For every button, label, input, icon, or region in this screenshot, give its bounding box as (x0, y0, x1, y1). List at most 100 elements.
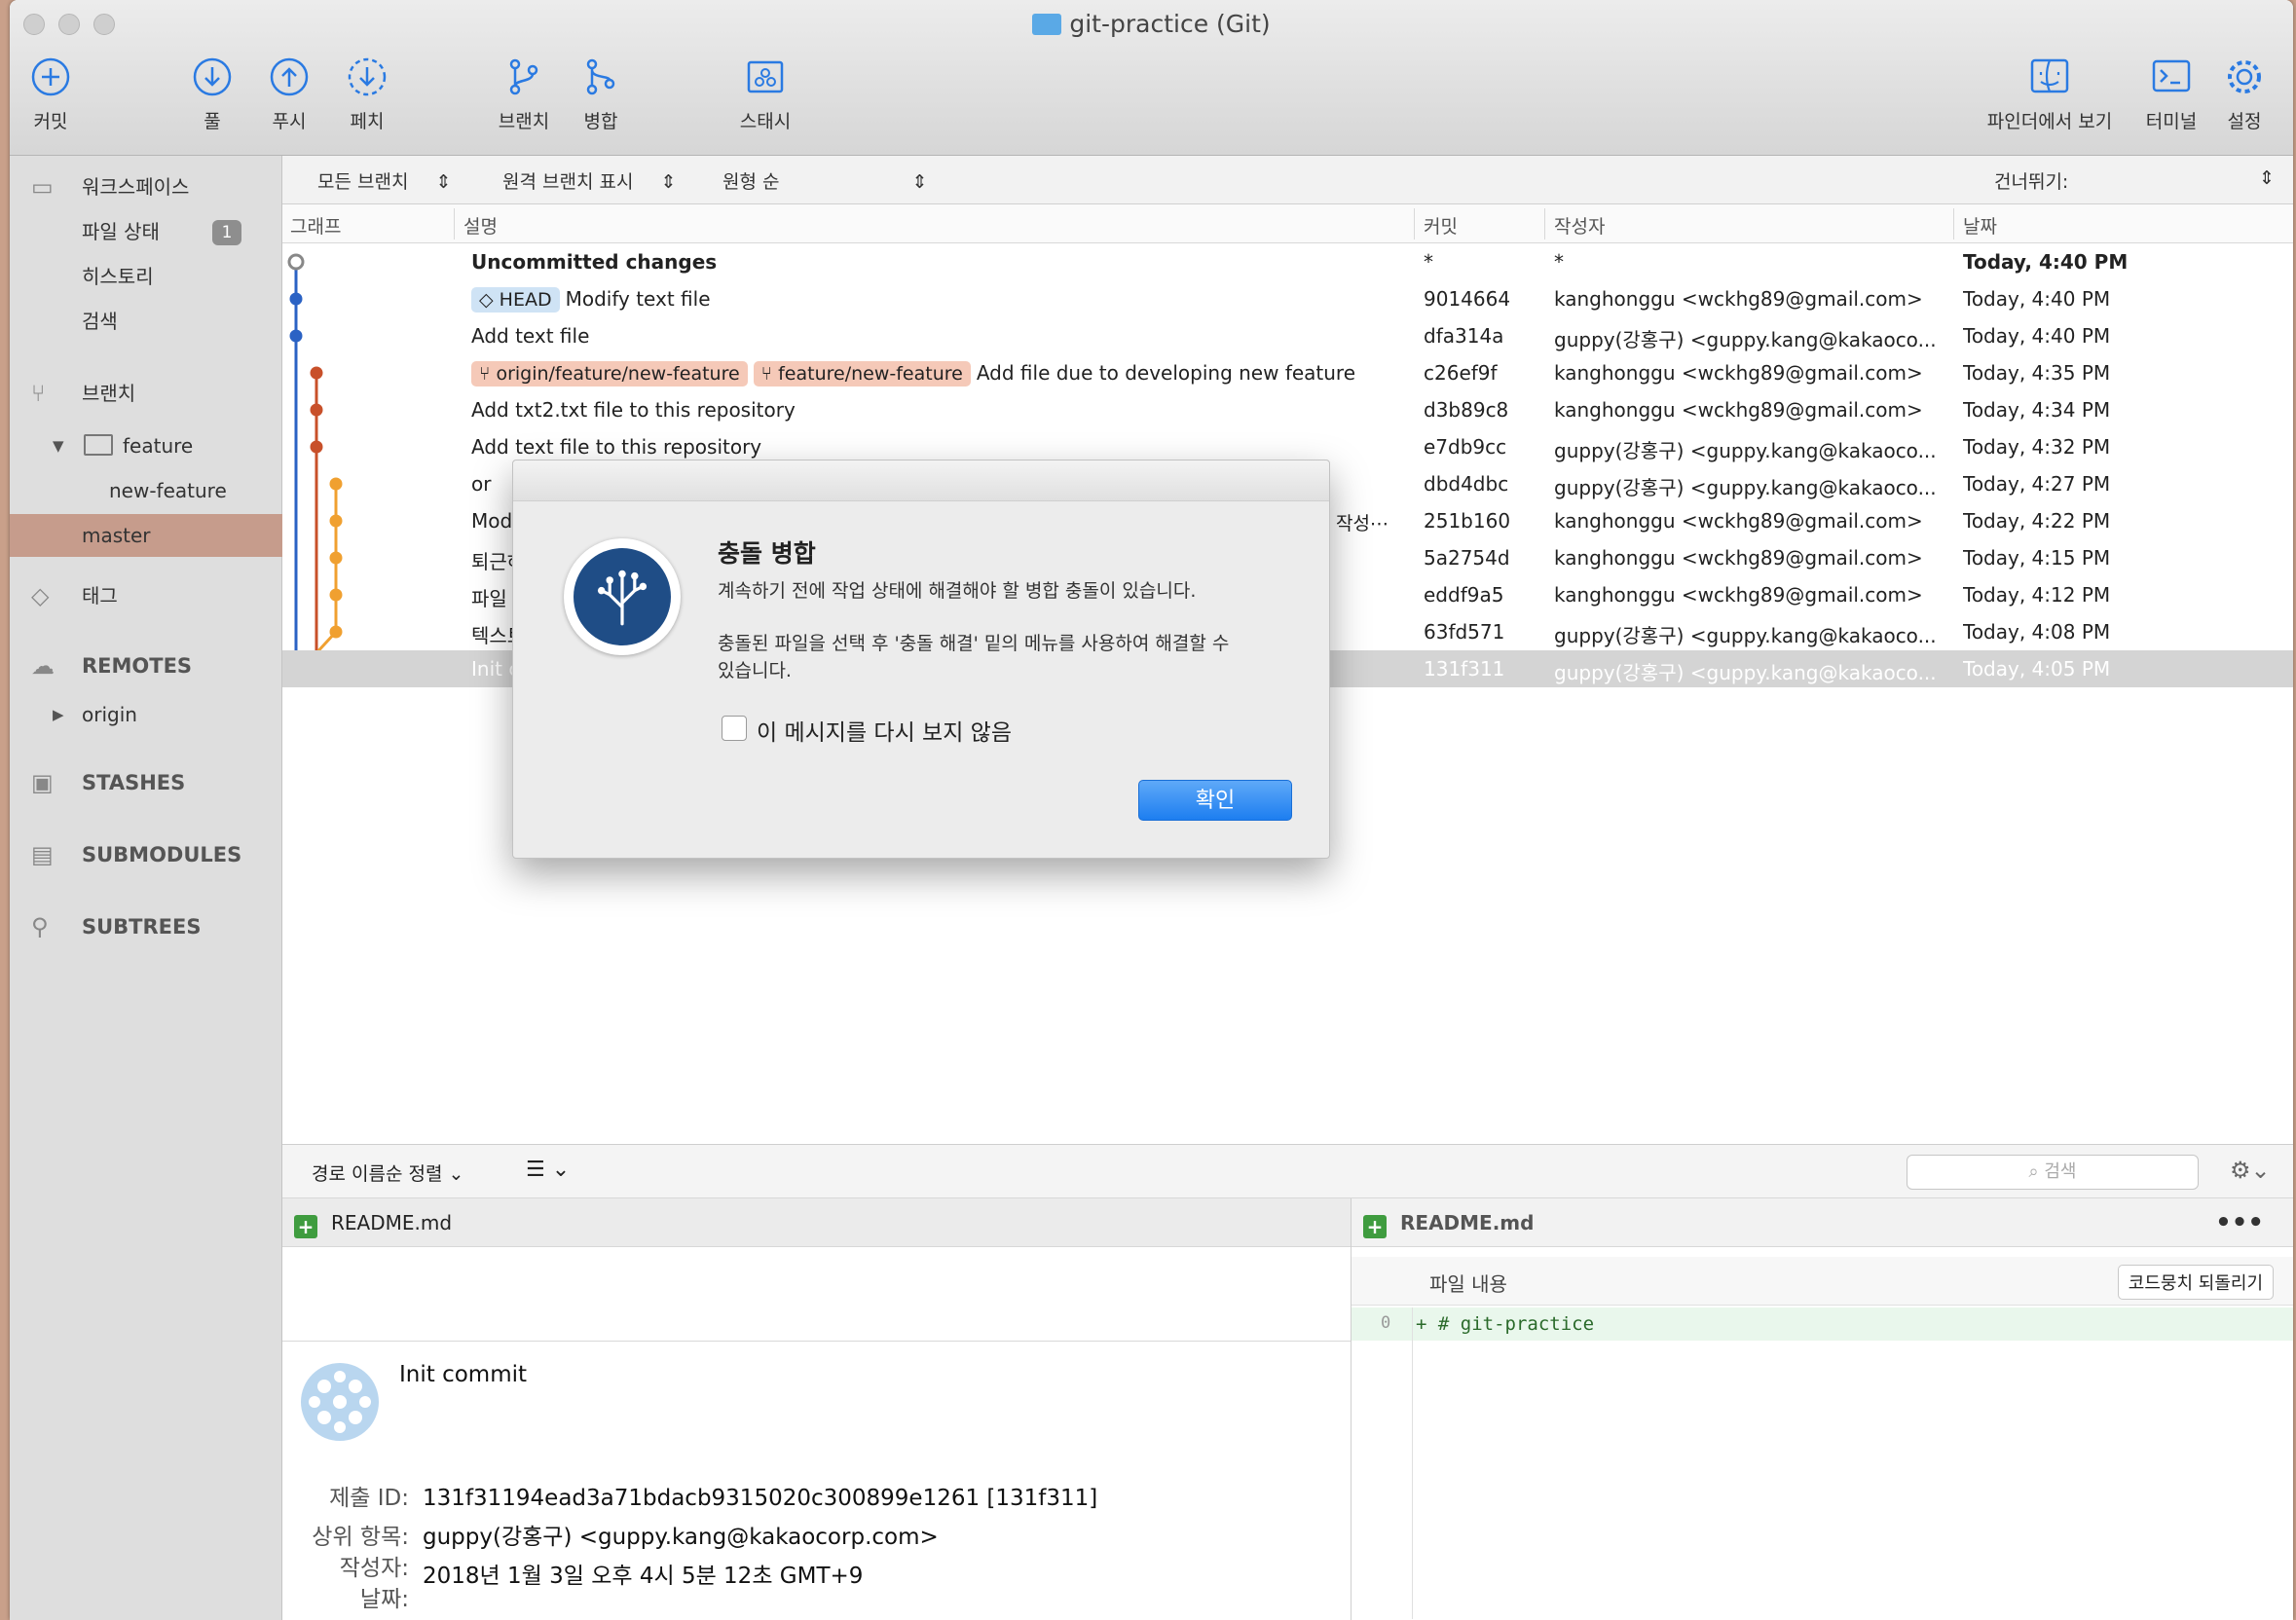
sidebar-remotes-label: REMOTES (82, 654, 193, 678)
fetch-button[interactable]: 페치 (343, 56, 391, 133)
branch-icon (509, 58, 538, 95)
fetch-icon (348, 57, 387, 96)
sidebar-item-search[interactable]: 검색 (10, 300, 282, 343)
sidebar-item-origin[interactable]: ▶ origin (10, 693, 282, 736)
pull-label: 풀 (204, 111, 221, 132)
sidebar-workspace-label: 워크스페이스 (82, 175, 190, 199)
settings-button[interactable]: 설정 (2220, 56, 2269, 133)
sidebar-section-tags[interactable]: ◇ 태그 (10, 574, 282, 617)
branch-icon: ⑂ (31, 380, 46, 407)
commit-date: Today, 4:35 PM (1963, 361, 2111, 385)
sidebar-origin-label: origin (82, 703, 137, 726)
hunk-header: 파일 내용 코드뭉치 되돌리기 (1352, 1257, 2293, 1306)
pull-icon (193, 57, 232, 96)
dont-show-again-checkbox[interactable] (722, 716, 747, 741)
jump-to-select[interactable]: 건너뛰기: (1994, 167, 2068, 194)
list-view-icon[interactable]: ☰ ⌄ (526, 1158, 570, 1182)
table-row[interactable]: Uncommitted changes * * Today, 4:40 PM (282, 243, 2293, 280)
sidebar-master-label: master (82, 524, 151, 547)
updown-chevron-icon: ⇕ (435, 171, 452, 193)
ok-button[interactable]: 확인 (1138, 780, 1292, 821)
updown-chevron-icon[interactable]: ⇕ (2259, 167, 2275, 189)
sidebar-section-submodules[interactable]: ▤ SUBMODULES (10, 833, 282, 876)
stash-button[interactable]: 스태시 (728, 56, 802, 133)
commit-description: Uncommitted changes (471, 250, 1406, 274)
disclosure-triangle-icon[interactable]: ▶ (53, 693, 64, 736)
sidebar-section-branches[interactable]: ⑂ 브랜치 (10, 372, 282, 415)
table-row[interactable]: ◇ HEAD Modify text file 9014664 kanghonggu … (282, 280, 2293, 317)
table-row[interactable]: ⑂ origin/feature/new-feature ⑂ feature/ne… (282, 354, 2293, 391)
jump-to-label: 건너뛰기: (1994, 171, 2069, 193)
sort-by-path-select[interactable]: 경로 이름순 정렬 ⌄ (312, 1160, 463, 1186)
sidebar-section-workspace[interactable]: ▭ 워크스페이스 (10, 166, 282, 208)
commit-author: kanghonggu <wckhg89@gmail.com> (1554, 546, 1923, 570)
column-commit[interactable]: 커밋 (1424, 212, 1458, 239)
push-icon (270, 57, 309, 96)
diff-file-name: README.md (1400, 1211, 1535, 1234)
commit-description: ◇ HEAD Modify text file (471, 287, 1406, 313)
commit-icon (31, 57, 70, 96)
column-author[interactable]: 작성자 (1554, 212, 1605, 239)
dont-show-again-label[interactable]: 이 메시지를 다시 보지 않음 (757, 714, 1012, 747)
revert-hunk-button[interactable]: 코드뭉치 되돌리기 (2117, 1265, 2274, 1300)
sidebar-section-stashes[interactable]: ▣ STASHES (10, 761, 282, 804)
table-row[interactable]: Add text file dfa314a guppy(강홍구) <guppy.ka… (282, 317, 2293, 354)
file-search-input[interactable]: ⌕ 검색 (1907, 1155, 2199, 1190)
more-options-icon[interactable]: ••• (2215, 1198, 2264, 1247)
dialog-message-line-1: 계속하기 전에 작업 상태에 해결해야 할 병합 충돌이 있습니다. (718, 580, 1197, 602)
diff-pane: + README.md ••• 파일 내용 코드뭉치 되돌리기 0 + # git… (1352, 1198, 2293, 1620)
dialog-message-line-2: 충돌된 파일을 선택 후 '충돌 해결' 밑의 메뉴를 사용하여 해결할 수 (718, 633, 1230, 654)
merge-button[interactable]: 병합 (576, 56, 625, 133)
commit-message-text: Add file due to developing new feature (976, 361, 1356, 385)
search-placeholder: 검색 (2044, 1161, 2077, 1182)
show-remote-select[interactable]: 원격 브랜치 표시 ⇕ (502, 167, 676, 194)
sidebar-section-remotes[interactable]: ☁ REMOTES (10, 644, 282, 687)
commit-hash: 251b160 (1424, 509, 1511, 533)
column-description[interactable]: 설명 (463, 212, 498, 239)
sidebar-item-history[interactable]: 히스토리 (10, 255, 282, 298)
diff-line-number: 0 (1381, 1313, 1391, 1333)
stash-icon: ▣ (31, 769, 54, 796)
branch-button[interactable]: 브랜치 (494, 56, 554, 133)
disclosure-triangle-icon[interactable]: ▼ (53, 424, 64, 467)
column-date[interactable]: 날짜 (1963, 212, 1997, 239)
commit-button[interactable]: 커밋 (23, 56, 78, 133)
all-branches-select[interactable]: 모든 브랜치 ⇕ (317, 167, 451, 194)
window-title: git-practice (Git) (10, 10, 2293, 38)
subtree-icon: ⚲ (31, 913, 49, 940)
gear-icon[interactable]: ⚙⌄ (2230, 1157, 2271, 1184)
table-row[interactable]: Add txt2.txt file to this repository d3b8… (282, 391, 2293, 428)
sidebar-item-new-feature[interactable]: new-feature (10, 469, 282, 512)
diff-file-header: + README.md ••• (1352, 1198, 2293, 1247)
updown-chevron-icon: ⇕ (911, 171, 928, 193)
commit-author: kanghonggu <wckhg89@gmail.com> (1554, 509, 1923, 533)
window-title-text: git-practice (Git) (1069, 10, 1271, 38)
commit-id-label: 제출 ID: (329, 1486, 409, 1511)
commit-hash: dfa314a (1424, 324, 1504, 348)
show-in-finder-button[interactable]: 파인더에서 보기 (1977, 56, 2123, 133)
pull-button[interactable]: 풀 (188, 56, 237, 133)
push-label: 푸시 (272, 111, 307, 132)
file-list-item-readme[interactable]: + README.md (282, 1198, 1351, 1247)
commit-hash: d3b89c8 (1424, 398, 1509, 422)
order-select[interactable]: 원형 순 ⇕ (722, 167, 927, 194)
dialog-title-bar (513, 460, 1329, 501)
sidebar-item-file-status[interactable]: 파일 상태 1 (10, 210, 282, 253)
order-label: 원형 순 (722, 171, 780, 193)
commit-hash: c26ef9f (1424, 361, 1498, 385)
commit-date: Today, 4:12 PM (1963, 583, 2111, 607)
commit-id-value[interactable]: 131f31194ead3a71bdacb9315020c300899e1261… (423, 1486, 1097, 1511)
dialog-title: 충돌 병합 (718, 539, 816, 568)
commit-hash: 131f311 (1424, 657, 1505, 681)
column-divider (1544, 208, 1545, 239)
terminal-button[interactable]: 터미널 (2134, 56, 2208, 133)
column-graph[interactable]: 그래프 (290, 212, 341, 239)
sidebar-item-master[interactable]: master (10, 514, 282, 557)
filter-bar: 모든 브랜치 ⇕ 원격 브랜치 표시 ⇕ 원형 순 ⇕ 건너뛰기: ⇕ (282, 156, 2293, 204)
sidebar-section-subtrees[interactable]: ⚲ SUBTREES (10, 905, 282, 948)
column-divider (454, 208, 455, 239)
finder-icon (2030, 58, 2069, 93)
push-button[interactable]: 푸시 (265, 56, 314, 133)
sidebar-item-feature-folder[interactable]: ▼ feature (10, 424, 282, 467)
sidebar-new-feature-label: new-feature (109, 479, 227, 502)
